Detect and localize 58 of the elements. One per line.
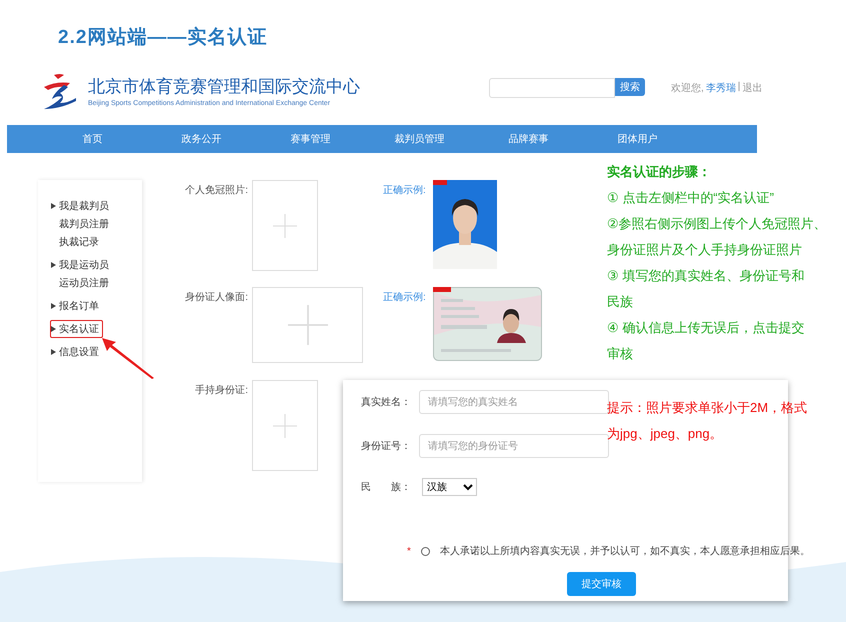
sidebar-item[interactable]: 我是裁判员 (50, 197, 113, 215)
submit-button[interactable]: 提交审核 (567, 572, 636, 596)
welcome-text: 欢迎您, (671, 82, 704, 95)
plus-icon (288, 305, 328, 345)
upload-label: 身份证人像面: (184, 291, 248, 304)
field-label: 民 族： (361, 480, 412, 494)
pledge-text: 本人承诺以上所填内容真实无误，并予以认可，如不真实，本人愿意承担相应后果。 (440, 544, 810, 558)
arrow-icon (100, 336, 156, 380)
step-text: ① 点击左侧栏中的“实名认证” (607, 189, 775, 207)
step-text: ③ 填写您的真实姓名、身份证号和 (607, 267, 806, 285)
hint-text: 提示：照片要求单张小于2M，格式 (607, 399, 808, 417)
field-label: 真实姓名： (361, 396, 412, 409)
logout-link[interactable]: 退出 (742, 81, 762, 95)
step-text: 审核 (607, 345, 634, 363)
caret-icon (51, 262, 56, 268)
slide-title: 2.2网站端——实名认证 (57, 26, 268, 50)
caret-icon (51, 303, 56, 309)
plus-icon (273, 214, 297, 238)
nav-item[interactable]: 裁判员管理 (365, 132, 474, 146)
sidebar-item[interactable]: 信息设置 (50, 343, 103, 361)
nav-item[interactable]: 首页 (38, 132, 147, 146)
nav-item[interactable]: 团体用户 (583, 132, 692, 146)
example-label: 正确示例: (383, 291, 427, 304)
search-field[interactable] (489, 78, 615, 98)
upload-label: 个人免冠照片: (184, 184, 248, 197)
upload-box[interactable] (252, 287, 363, 363)
sidebar-item[interactable]: 报名订单 (50, 297, 103, 315)
upload-label: 手持身份证: (194, 384, 248, 397)
example-label: 正确示例: (383, 184, 427, 197)
hint-text: 为jpg、jpeg、png。 (607, 425, 724, 443)
step-text: 身份证照片及个人手持身份证照片 (607, 241, 803, 259)
sidebar-item[interactable]: 运动员注册 (50, 274, 113, 292)
ethnicity-select[interactable]: 汉族 (422, 478, 477, 496)
nav-item[interactable]: 政务公开 (147, 132, 256, 146)
upload-box[interactable] (252, 180, 318, 271)
caret-icon (51, 349, 56, 355)
site-name: 北京市体育竞赛管理和国际交流中心 (88, 76, 360, 98)
search-button[interactable]: 搜索 (615, 78, 645, 96)
step-text: ②参照右侧示例图上传个人免冠照片、 (607, 215, 828, 233)
radio-button[interactable] (420, 546, 430, 556)
caret-icon (51, 203, 56, 209)
sidebar-item[interactable]: 我是运动员 (50, 256, 113, 274)
caret-icon (51, 326, 56, 332)
required-mark: * (407, 546, 411, 556)
step-text: ④ 确认信息上传无误后，点击提交 (607, 319, 806, 337)
input-field[interactable]: 请填写您的身份证号 (419, 434, 609, 458)
upload-box[interactable] (252, 380, 318, 471)
field-label: 身份证号： (361, 440, 412, 453)
separator-text: | (738, 81, 740, 94)
nav-item[interactable]: 品牌赛事 (474, 132, 583, 146)
steps-title: 实名认证的步骤： (607, 163, 712, 181)
step-text: 民族 (607, 293, 634, 311)
plus-icon (273, 414, 297, 438)
user-link[interactable]: 李秀瑞 (706, 81, 736, 95)
sidebar-item[interactable]: 裁判员注册 (50, 215, 113, 233)
nav-item[interactable]: 赛事管理 (256, 132, 365, 146)
sidebar-item[interactable]: 执裁记录 (50, 233, 103, 251)
sidebar-item[interactable]: 实名认证 (50, 320, 103, 338)
